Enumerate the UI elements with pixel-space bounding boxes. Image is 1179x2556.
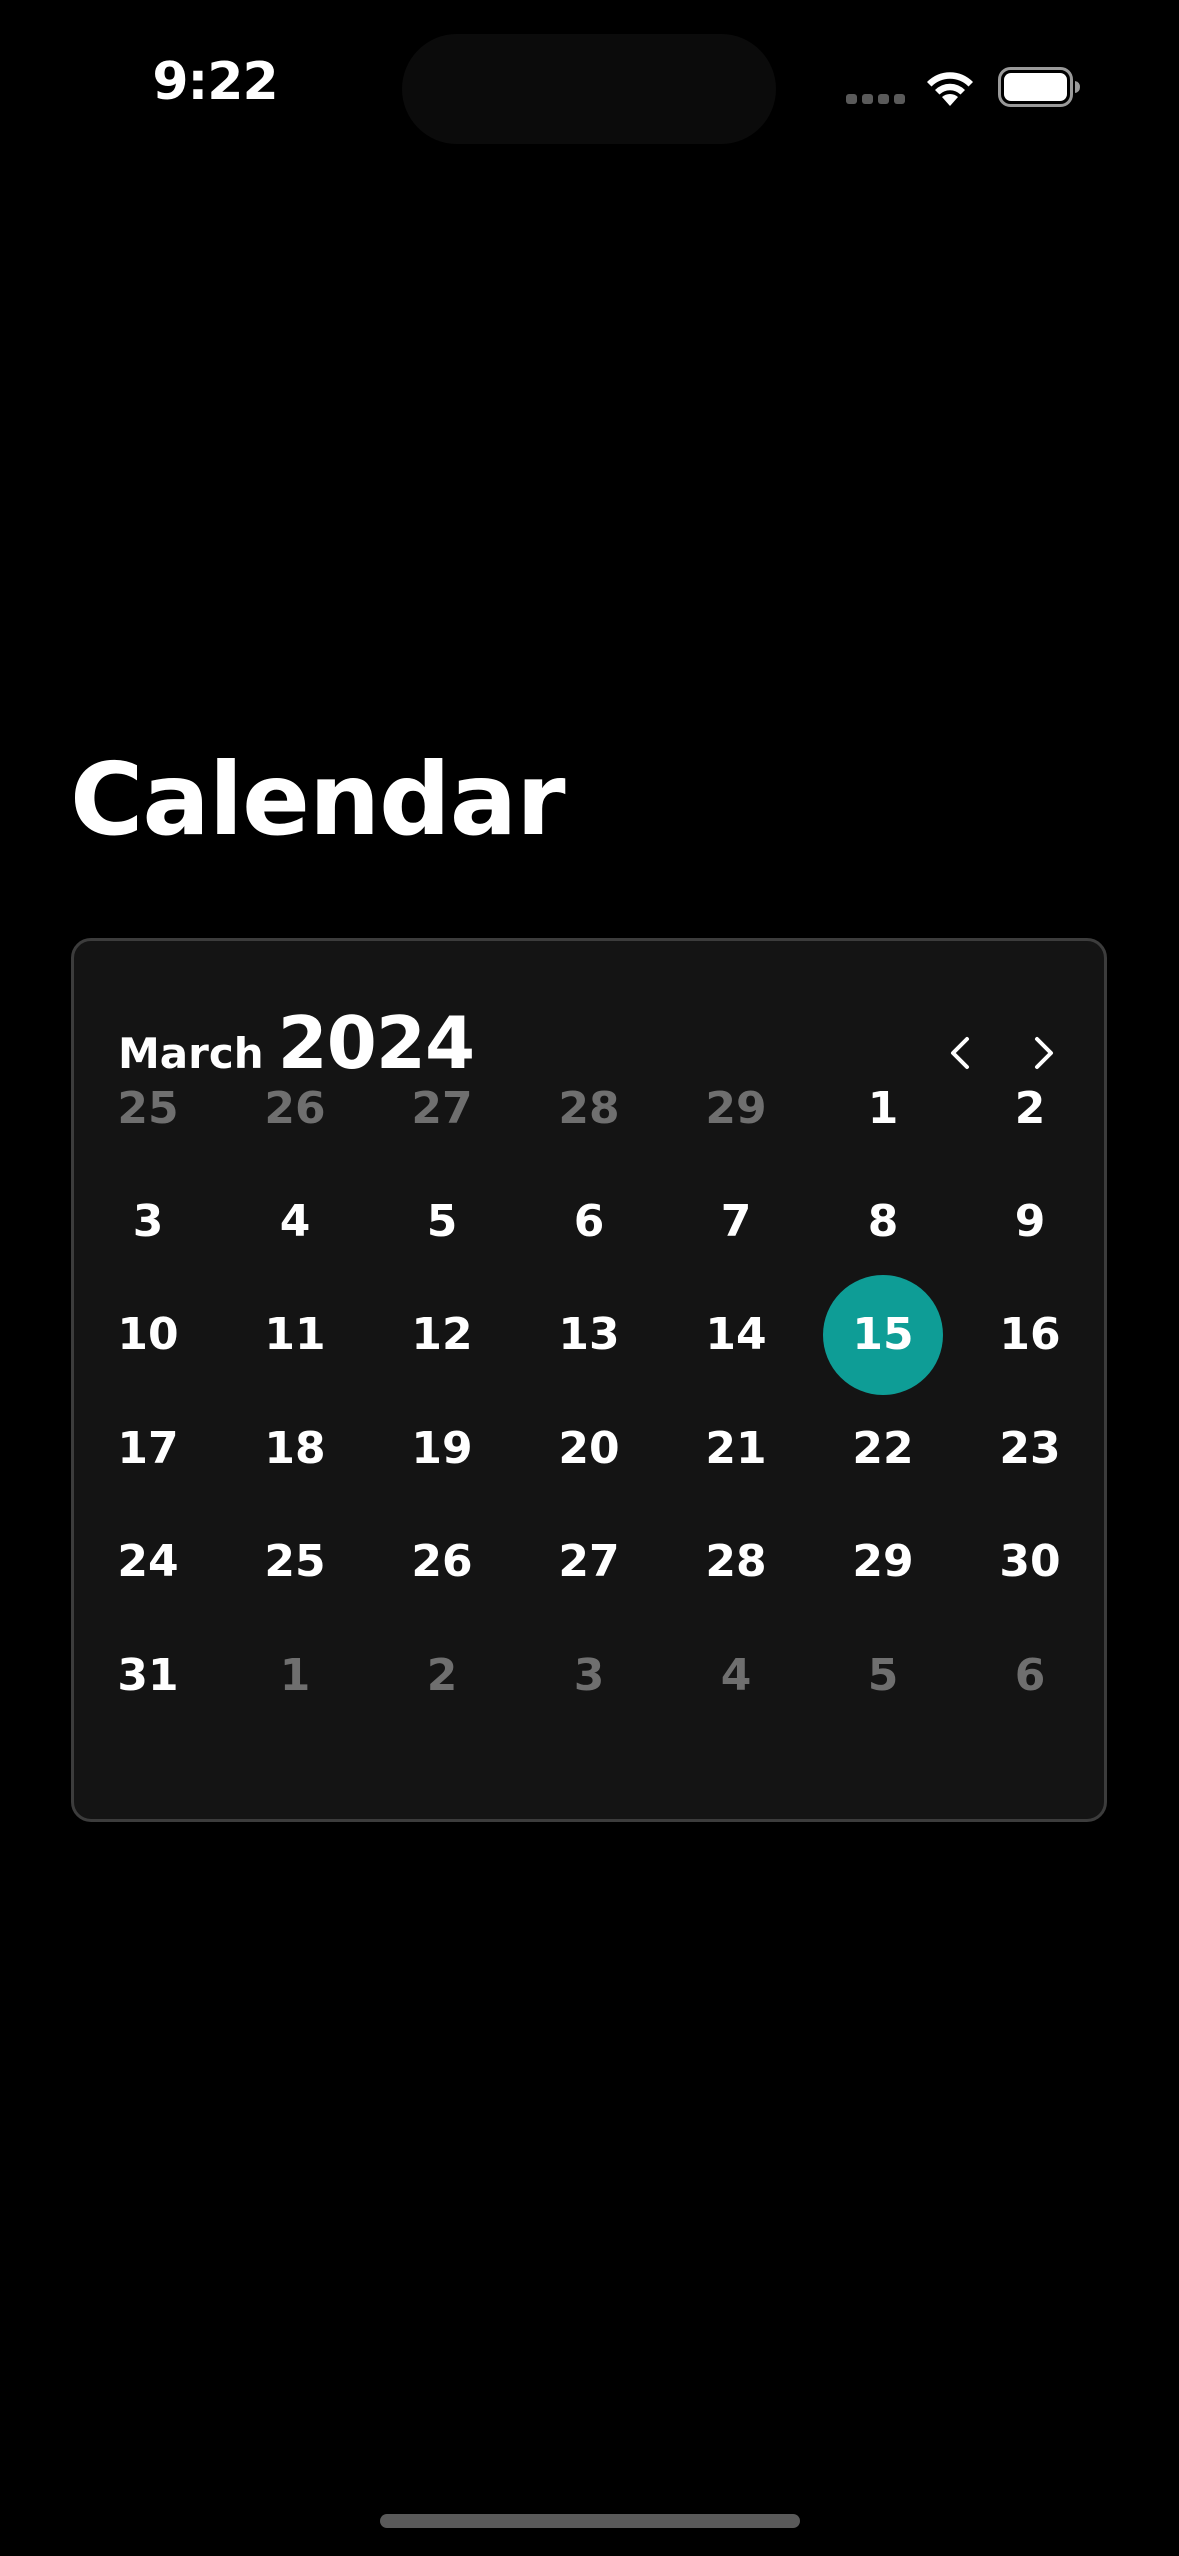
- day-cell[interactable]: 2: [382, 1615, 502, 1735]
- day-cell[interactable]: 31: [88, 1615, 208, 1735]
- day-cell[interactable]: 27: [529, 1502, 649, 1622]
- battery-icon: [998, 67, 1080, 107]
- status-bar: 9:22: [0, 0, 1179, 170]
- day-cell[interactable]: 8: [823, 1161, 943, 1281]
- day-cell[interactable]: 29: [676, 1048, 796, 1168]
- day-cell[interactable]: 13: [529, 1275, 649, 1395]
- day-cell[interactable]: 18: [235, 1388, 355, 1508]
- home-indicator: [380, 2514, 800, 2528]
- day-cell[interactable]: 17: [88, 1388, 208, 1508]
- day-cell[interactable]: 12: [382, 1275, 502, 1395]
- chevron-left-icon: [951, 1037, 969, 1069]
- day-cell[interactable]: 30: [970, 1502, 1090, 1622]
- day-cell[interactable]: 5: [823, 1615, 943, 1735]
- day-cell[interactable]: 11: [235, 1275, 355, 1395]
- day-cell[interactable]: 16: [970, 1275, 1090, 1395]
- day-cell[interactable]: 6: [970, 1615, 1090, 1735]
- day-cell[interactable]: 7: [676, 1161, 796, 1281]
- day-cell[interactable]: 25: [235, 1502, 355, 1622]
- day-cell[interactable]: 19: [382, 1388, 502, 1508]
- day-cell[interactable]: 21: [676, 1388, 796, 1508]
- calendar-card: March 2024 25 26 27 28 29 1 2 3 4 5 6 7 8 9 10 11 12 13 14…: [71, 938, 1107, 1822]
- day-cell[interactable]: 29: [823, 1502, 943, 1622]
- day-cell[interactable]: 4: [235, 1161, 355, 1281]
- wifi-icon: [927, 72, 973, 106]
- status-time: 9:22: [152, 52, 278, 112]
- day-cell[interactable]: 26: [382, 1502, 502, 1622]
- day-cell[interactable]: 28: [676, 1502, 796, 1622]
- day-cell-selected[interactable]: 15: [823, 1274, 943, 1395]
- page-title: Calendar: [70, 741, 566, 858]
- day-cell[interactable]: 1: [235, 1615, 355, 1735]
- day-cell[interactable]: 24: [88, 1502, 208, 1622]
- day-cell[interactable]: 14: [676, 1275, 796, 1395]
- day-cell[interactable]: 3: [88, 1161, 208, 1281]
- day-cell[interactable]: 3: [529, 1615, 649, 1735]
- cellular-signal-icon: [846, 94, 906, 104]
- day-cell[interactable]: 9: [970, 1161, 1090, 1281]
- day-cell[interactable]: 28: [529, 1048, 649, 1168]
- day-cell[interactable]: 10: [88, 1275, 208, 1395]
- dynamic-island: [402, 34, 776, 144]
- day-cell[interactable]: 1: [823, 1048, 943, 1168]
- day-cell[interactable]: 2: [970, 1048, 1090, 1168]
- day-cell[interactable]: 23: [970, 1388, 1090, 1508]
- day-cell[interactable]: 5: [382, 1161, 502, 1281]
- day-cell[interactable]: 22: [823, 1388, 943, 1508]
- day-cell[interactable]: 4: [676, 1615, 796, 1735]
- day-cell[interactable]: 6: [529, 1161, 649, 1281]
- day-cell[interactable]: 26: [235, 1048, 355, 1168]
- day-cell[interactable]: 25: [88, 1048, 208, 1168]
- day-cell[interactable]: 27: [382, 1048, 502, 1168]
- day-cell[interactable]: 20: [529, 1388, 649, 1508]
